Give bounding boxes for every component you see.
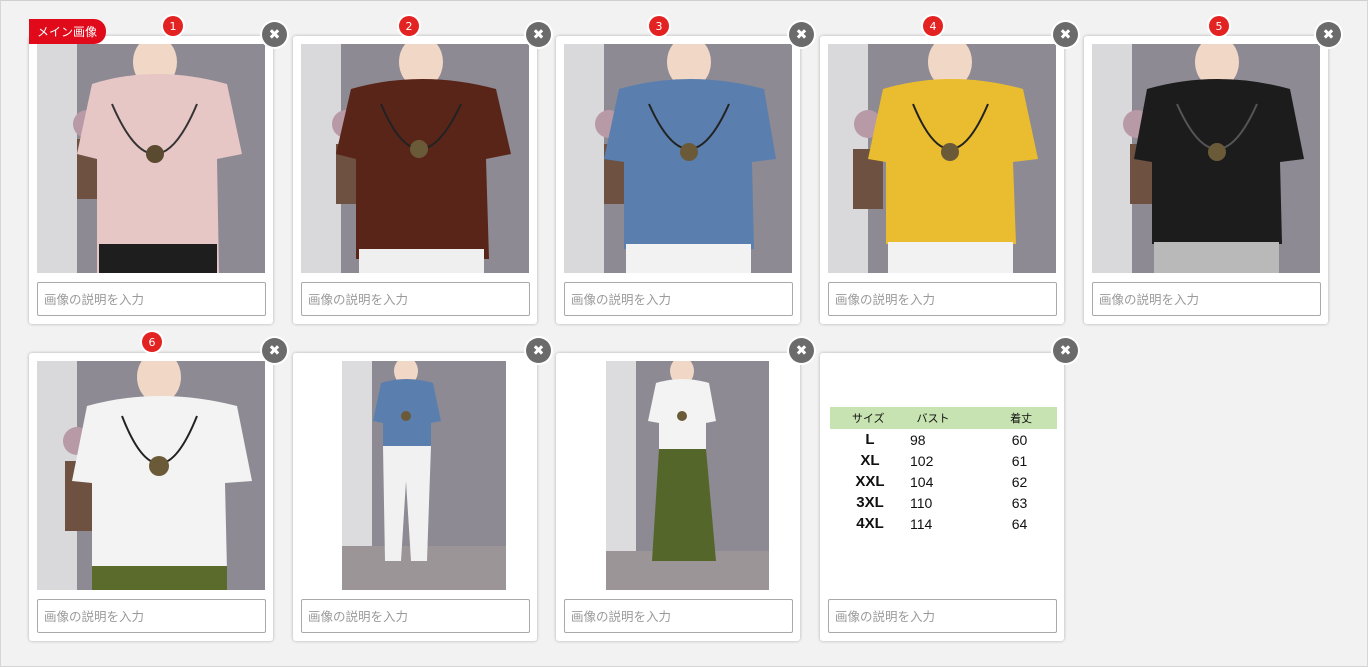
length-cell: 62 — [1011, 473, 1028, 490]
model-photo-black-tee — [1092, 44, 1320, 273]
size-row: XXL 104 62 — [830, 471, 1057, 492]
length-header: 着丈 — [1010, 413, 1033, 425]
close-icon: ✖ — [1059, 342, 1072, 359]
product-photo[interactable] — [564, 361, 792, 590]
bust-header: バスト — [916, 413, 950, 425]
image-card-9[interactable]: サイズ バスト 着丈 L 98 60 XL 102 61 XXL 104 62 … — [820, 353, 1064, 641]
image-card-8[interactable] — [556, 353, 800, 641]
image-card-4[interactable] — [820, 36, 1064, 324]
image-description-input[interactable] — [828, 599, 1057, 633]
close-icon: ✖ — [1059, 26, 1072, 43]
size-row: 3XL 110 63 — [830, 492, 1057, 513]
model-photo-yellow-tee — [828, 44, 1056, 273]
length-cell: 63 — [1011, 494, 1028, 511]
product-photo[interactable] — [37, 44, 265, 273]
image-description-input[interactable] — [1092, 282, 1321, 316]
remove-image-button[interactable]: ✖ — [526, 338, 551, 363]
size-row: XL 102 61 — [830, 450, 1057, 471]
image-description-input[interactable] — [301, 599, 530, 633]
product-photo[interactable] — [37, 361, 265, 590]
remove-image-button[interactable]: ✖ — [1053, 338, 1078, 363]
image-card-7[interactable] — [293, 353, 537, 641]
size-row: L 98 60 — [830, 429, 1057, 450]
image-card-3[interactable] — [556, 36, 800, 324]
product-photo[interactable] — [301, 361, 529, 590]
close-icon: ✖ — [795, 26, 808, 43]
product-photo[interactable] — [564, 44, 792, 273]
length-cell: 61 — [1011, 452, 1028, 469]
remove-image-button[interactable]: ✖ — [262, 22, 287, 47]
bust-cell: 104 — [910, 473, 934, 490]
image-order-badge-5: 5 — [1209, 16, 1229, 36]
image-card-6[interactable] — [29, 353, 273, 641]
product-photo[interactable] — [301, 44, 529, 273]
image-description-input[interactable] — [564, 599, 793, 633]
image-description-input[interactable] — [564, 282, 793, 316]
image-description-input[interactable] — [37, 282, 266, 316]
close-icon: ✖ — [268, 342, 281, 359]
close-icon: ✖ — [1322, 26, 1335, 43]
model-photo-blue-tee — [564, 44, 792, 273]
remove-image-button[interactable]: ✖ — [1316, 22, 1341, 47]
bust-cell: 98 — [910, 431, 926, 448]
remove-image-button[interactable]: ✖ — [789, 338, 814, 363]
product-photo[interactable] — [1092, 44, 1320, 273]
image-description-input[interactable] — [301, 282, 530, 316]
main-image-badge: メイン画像 — [29, 19, 107, 44]
remove-image-button[interactable]: ✖ — [789, 22, 814, 47]
product-photo[interactable] — [828, 44, 1056, 273]
image-order-badge-1: 1 — [163, 16, 183, 36]
image-order-badge-6: 6 — [142, 332, 162, 352]
size-row: 4XL 114 64 — [830, 513, 1057, 534]
bust-cell: 110 — [910, 494, 933, 511]
image-card-1[interactable] — [29, 36, 273, 324]
length-cell: 64 — [1011, 515, 1028, 532]
close-icon: ✖ — [795, 342, 808, 359]
model-photo-pink-tee — [37, 44, 265, 273]
size-chart-image[interactable]: サイズ バスト 着丈 L 98 60 XL 102 61 XXL 104 62 … — [830, 407, 1057, 547]
size-chart-header: サイズ バスト 着丈 — [830, 407, 1057, 429]
model-photo-white-tee-full — [564, 361, 792, 590]
close-icon: ✖ — [268, 26, 281, 43]
image-card-2[interactable] — [293, 36, 537, 324]
remove-image-button[interactable]: ✖ — [526, 22, 551, 47]
close-icon: ✖ — [532, 26, 545, 43]
model-photo-blue-tee-full — [301, 361, 529, 590]
model-photo-brown-tee — [301, 44, 529, 273]
length-cell: 60 — [1011, 431, 1028, 448]
remove-image-button[interactable]: ✖ — [1053, 22, 1078, 47]
image-order-badge-3: 3 — [649, 16, 669, 36]
size-header: サイズ — [851, 413, 885, 425]
size-cell: XL — [860, 452, 880, 469]
remove-image-button[interactable]: ✖ — [262, 338, 287, 363]
close-icon: ✖ — [532, 342, 545, 359]
size-cell: L — [865, 431, 875, 448]
image-order-badge-2: 2 — [399, 16, 419, 36]
image-description-input[interactable] — [37, 599, 266, 633]
size-cell: 4XL — [856, 515, 884, 532]
model-photo-white-tee — [37, 361, 265, 590]
size-cell: 3XL — [856, 494, 884, 511]
bust-cell: 114 — [910, 515, 933, 532]
image-order-badge-4: 4 — [923, 16, 943, 36]
size-cell: XXL — [855, 473, 885, 490]
image-card-5[interactable] — [1084, 36, 1328, 324]
image-description-input[interactable] — [828, 282, 1057, 316]
bust-cell: 102 — [910, 452, 934, 469]
